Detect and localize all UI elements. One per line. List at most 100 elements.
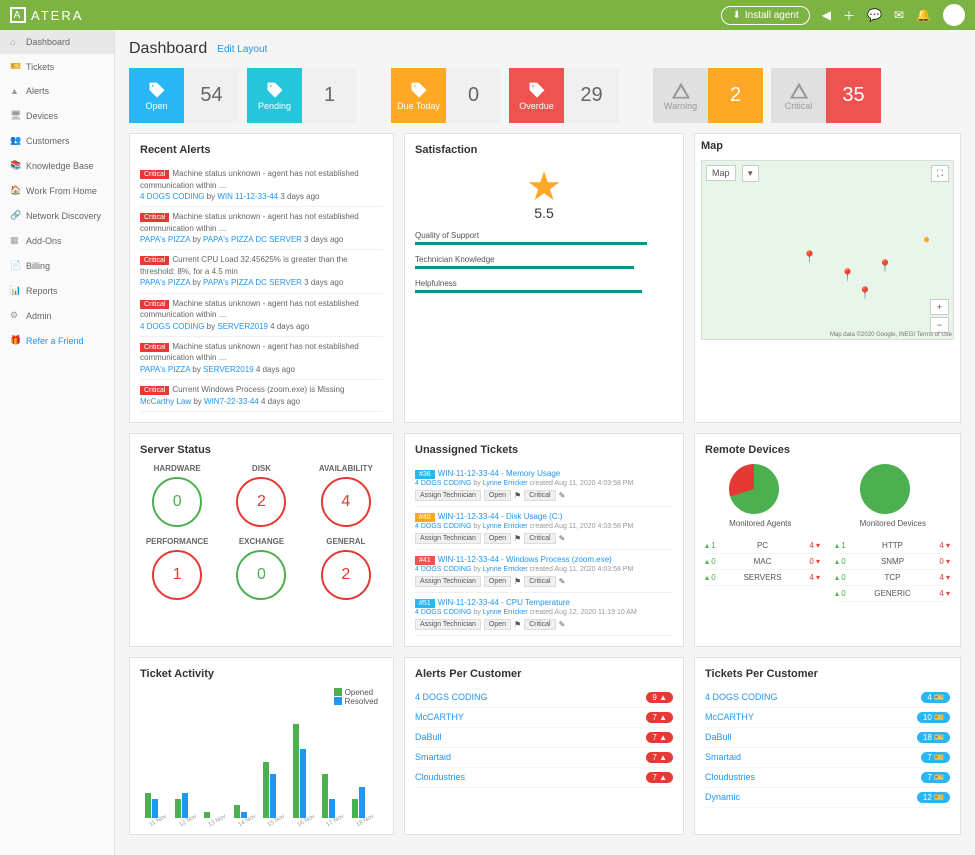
edit-icon[interactable]: ✎ (559, 577, 566, 586)
ticket-customer-link[interactable]: 4 DOGS CODING (415, 523, 471, 530)
customer-row[interactable]: DaBull7 ▲ (415, 728, 673, 748)
customer-row[interactable]: McCARTHY7 ▲ (415, 708, 673, 728)
add-icon[interactable]: ＋ (843, 7, 855, 24)
sidebar-item-reports[interactable]: 📊Reports (0, 278, 114, 303)
ticket-id-badge[interactable]: #41 (415, 556, 435, 565)
open-status-button[interactable]: Open (484, 619, 511, 630)
customer-row[interactable]: McCARTHY10 🎫 (705, 708, 950, 728)
ticket-id-badge[interactable]: #40 (415, 513, 435, 522)
ticket-creator-link[interactable]: Lynne Erricker (483, 609, 528, 616)
assign-technician-button[interactable]: Assign Technician (415, 490, 481, 501)
open-status-button[interactable]: Open (484, 533, 511, 544)
sidebar-item-admin[interactable]: ⚙Admin (0, 303, 114, 328)
down-count[interactable]: 0 ▾ (939, 557, 950, 566)
stat-overdue[interactable]: Overdue29 (509, 68, 619, 123)
customer-name-link[interactable]: Smartaid (705, 752, 741, 763)
server-gauge-exchange[interactable]: EXCHANGE0 (224, 537, 298, 600)
critical-priority-button[interactable]: Critical (524, 490, 555, 501)
ticket-title-link[interactable]: WIN-11-12-33-44 - Memory Usage (438, 469, 561, 478)
map-pin-icon[interactable]: 📍 (802, 250, 817, 264)
alert-row[interactable]: CriticalMachine status unknown - agent h… (140, 337, 383, 380)
mail-icon[interactable]: ✉ (894, 8, 904, 22)
user-avatar[interactable] (943, 4, 965, 26)
ticket-id-badge[interactable]: #51 (415, 599, 435, 608)
server-gauge-disk[interactable]: DISK2 (224, 464, 298, 527)
critical-priority-button[interactable]: Critical (524, 576, 555, 587)
critical-priority-button[interactable]: Critical (524, 533, 555, 544)
device-link[interactable]: SERVER2019 (217, 322, 268, 331)
chat-icon[interactable]: 💬 (867, 8, 882, 22)
device-link[interactable]: PAPA's PIZZA DC SERVER (203, 278, 302, 287)
zoom-in-button[interactable]: + (930, 299, 949, 315)
alert-row[interactable]: CriticalMachine status unknown - agent h… (140, 294, 383, 337)
stat-warning[interactable]: Warning2 (653, 68, 763, 123)
customer-name-link[interactable]: Dynamic (705, 792, 740, 803)
sidebar-item-add-ons[interactable]: ▦Add-Ons (0, 228, 114, 253)
server-gauge-availability[interactable]: AVAILABILITY4 (309, 464, 383, 527)
assign-technician-button[interactable]: Assign Technician (415, 533, 481, 544)
customer-row[interactable]: Smartaid7 🎫 (705, 748, 950, 768)
server-gauge-hardware[interactable]: HARDWARE0 (140, 464, 214, 527)
map-dropdown-button[interactable]: ▾ (742, 165, 759, 182)
install-agent-button[interactable]: ⬇ Install agent (721, 6, 809, 25)
sidebar-item-dashboard[interactable]: ⌂Dashboard (0, 30, 114, 54)
down-count[interactable]: 4 ▾ (939, 573, 950, 582)
sidebar-item-devices[interactable]: 🖥Devices (0, 103, 114, 128)
customer-link[interactable]: PAPA's PIZZA (140, 235, 190, 244)
ticket-title-link[interactable]: WIN-11-12-33-44 - Disk Usage (C:) (438, 512, 563, 521)
down-count[interactable]: 4 ▾ (809, 573, 820, 582)
critical-priority-button[interactable]: Critical (524, 619, 555, 630)
down-count[interactable]: 4 ▾ (939, 589, 950, 598)
customer-link[interactable]: PAPA's PIZZA (140, 365, 190, 374)
customer-name-link[interactable]: McCARTHY (415, 712, 464, 723)
server-gauge-general[interactable]: GENERAL2 (309, 537, 383, 600)
sidebar-item-work-from-home[interactable]: 🏠Work From Home (0, 178, 114, 203)
edit-layout-link[interactable]: Edit Layout (217, 44, 267, 55)
sidebar-item-tickets[interactable]: 🎫Tickets (0, 54, 114, 79)
alert-row[interactable]: CriticalCurrent CPU Load 32.45625% is gr… (140, 250, 383, 293)
map-pin-icon[interactable]: 📍 (858, 286, 873, 300)
assign-technician-button[interactable]: Assign Technician (415, 576, 481, 587)
device-link[interactable]: SERVER2019 (203, 365, 254, 374)
sidebar-item-knowledge-base[interactable]: 📚Knowledge Base (0, 153, 114, 178)
customer-link[interactable]: McCarthy Law (140, 397, 191, 406)
customer-name-link[interactable]: 4 DOGS CODING (415, 692, 488, 703)
customer-row[interactable]: Smartaid7 ▲ (415, 748, 673, 768)
sidebar-item-billing[interactable]: 📄Billing (0, 253, 114, 278)
ticket-title-link[interactable]: WIN-11-12-33-44 - CPU Temperature (438, 598, 570, 607)
customer-row[interactable]: DaBull18 🎫 (705, 728, 950, 748)
customer-name-link[interactable]: DaBull (705, 732, 732, 743)
customer-name-link[interactable]: Cloudustries (415, 772, 465, 783)
map-pin-icon[interactable]: 📍 (840, 268, 855, 282)
ticket-creator-link[interactable]: Lynne Erricker (483, 566, 528, 573)
customer-row[interactable]: 4 DOGS CODING9 ▲ (415, 688, 673, 708)
customer-link[interactable]: 4 DOGS CODING (140, 192, 204, 201)
map-canvas[interactable]: Map ▾ ⛶ + − 📍 📍 📍 📍 ● Map data ©2020 Goo… (701, 160, 954, 340)
customer-row[interactable]: 4 DOGS CODING4 🎫 (705, 688, 950, 708)
map-pin-icon[interactable]: 📍 (878, 259, 893, 273)
ticket-customer-link[interactable]: 4 DOGS CODING (415, 566, 471, 573)
edit-icon[interactable]: ✎ (559, 491, 566, 500)
zoom-out-button[interactable]: − (930, 317, 949, 333)
ticket-creator-link[interactable]: Lynne Erricker (483, 480, 528, 487)
edit-icon[interactable]: ✎ (559, 620, 566, 629)
stat-due-today[interactable]: Due Today0 (391, 68, 501, 123)
open-status-button[interactable]: Open (484, 576, 511, 587)
customer-row[interactable]: Dynamic12 🎫 (705, 788, 950, 808)
alert-row[interactable]: CriticalCurrent Windows Process (zoom.ex… (140, 380, 383, 412)
ticket-id-badge[interactable]: #36 (415, 470, 435, 479)
stat-open[interactable]: Open54 (129, 68, 239, 123)
stat-critical[interactable]: Critical35 (771, 68, 881, 123)
customer-name-link[interactable]: Smartaid (415, 752, 451, 763)
customer-name-link[interactable]: DaBull (415, 732, 442, 743)
stat-pending[interactable]: Pending1 (247, 68, 357, 123)
open-status-button[interactable]: Open (484, 490, 511, 501)
customer-link[interactable]: PAPA's PIZZA (140, 278, 190, 287)
ticket-title-link[interactable]: WIN-11-12-33-44 - Windows Process (zoom.… (438, 555, 612, 564)
customer-name-link[interactable]: McCARTHY (705, 712, 754, 723)
refer-friend-link[interactable]: 🎁Refer a Friend (0, 328, 114, 353)
customer-link[interactable]: 4 DOGS CODING (140, 322, 204, 331)
ticket-creator-link[interactable]: Lynne Erricker (483, 523, 528, 530)
customer-name-link[interactable]: Cloudustries (705, 772, 755, 783)
ticket-customer-link[interactable]: 4 DOGS CODING (415, 480, 471, 487)
